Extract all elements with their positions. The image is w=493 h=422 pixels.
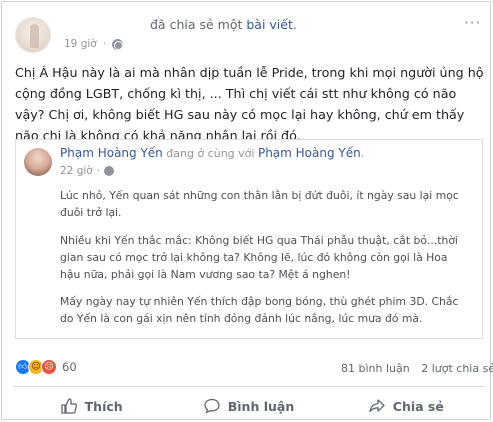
globe-icon — [104, 166, 115, 176]
shared-post-meta: 22 giờ · — [60, 165, 115, 177]
thumbs-up-icon — [60, 398, 77, 414]
action-bar: Thích Bình luận Chia sẻ — [13, 390, 485, 422]
post-meta: 19 giờ · — [64, 38, 124, 50]
shared-author-name[interactable]: Phạm Hoàng Yến — [60, 146, 163, 160]
shared-post[interactable]: Phạm Hoàng Yến đang ở cùng với Phạm Hoàn… — [15, 139, 483, 339]
tagged-person-name[interactable]: Phạm Hoàng Yến — [258, 146, 361, 160]
divider — [13, 386, 485, 387]
comment-icon — [204, 398, 220, 414]
share-arrow-icon — [369, 398, 385, 414]
post-options-icon[interactable]: ··· — [464, 14, 481, 32]
middot: · — [102, 38, 107, 50]
shared-post-link[interactable]: bài viết — [246, 17, 293, 32]
shared-paragraph-1: Lúc nhỏ, Yến quan sát những con thằn lằn… — [60, 189, 459, 219]
poster-avatar[interactable] — [15, 17, 51, 53]
reaction-count[interactable]: 60 — [62, 360, 77, 374]
share-header: đã chia sẻ một bài viết. — [150, 17, 297, 32]
post-card: đã chia sẻ một bài viết. 19 giờ · ··· Ch… — [1, 1, 493, 422]
share-count[interactable]: 2 lượt chia sẻ — [421, 362, 493, 375]
shared-author-avatar[interactable] — [24, 148, 52, 176]
shared-header-suffix: . — [360, 147, 365, 160]
shared-post-header: Phạm Hoàng Yến đang ở cùng với Phạm Hoàn… — [60, 146, 364, 160]
share-label: Chia sẻ — [392, 398, 444, 414]
post-text: Chị Á Hậu này là ai mà nhân dịp tuần lễ … — [15, 65, 484, 143]
reactions-summary[interactable]: 👍︎ ☺︎ ☹︎ 60 — [15, 359, 77, 375]
share-button[interactable]: Chia sẻ — [328, 390, 485, 422]
shared-with-text: đang ở cùng với — [162, 147, 258, 160]
shared-paragraph-3: Mấy ngày nay tự nhiên Yến thích đập bong… — [60, 295, 459, 325]
like-button[interactable]: Thích — [13, 390, 170, 422]
share-header-suffix: . — [292, 17, 297, 32]
shared-post-timestamp[interactable]: 22 giờ — [60, 165, 93, 177]
middot: · — [96, 165, 101, 177]
angry-reaction-icon: ☹︎ — [41, 359, 57, 375]
like-label: Thích — [84, 398, 123, 414]
comment-label: Bình luận — [227, 398, 295, 414]
engagement-counts: 81 bình luận 2 lượt chia sẻ — [341, 362, 493, 375]
shared-paragraph-2: Nhiều khi Yến thắc mắc: Không biết HG qu… — [60, 234, 458, 281]
share-header-text: đã chia sẻ một — [150, 17, 247, 32]
comment-count[interactable]: 81 bình luận — [341, 362, 410, 375]
comment-button[interactable]: Bình luận — [170, 390, 327, 422]
post-timestamp[interactable]: 19 giờ — [64, 38, 97, 50]
globe-icon[interactable] — [112, 38, 124, 50]
